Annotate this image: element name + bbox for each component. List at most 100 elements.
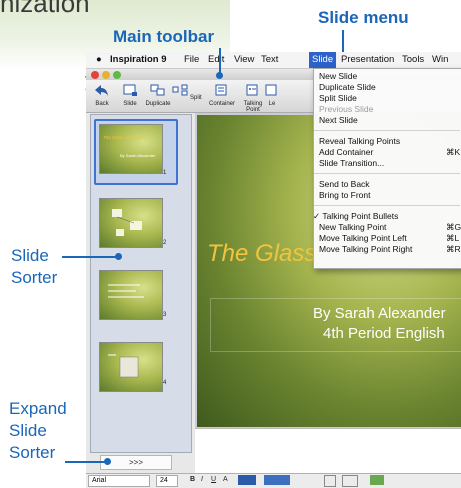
slide-thumbnail[interactable] — [99, 198, 163, 248]
font-size-value: 24 — [160, 477, 168, 484]
thumb-number: 4 — [163, 380, 167, 386]
talking-point-icon — [246, 84, 258, 96]
zoom-window-icon[interactable] — [113, 71, 121, 79]
toolbar-partial-label: Le — [268, 101, 276, 107]
thumb-diagram-icon — [112, 209, 142, 236]
bold-button[interactable]: B — [190, 476, 195, 483]
align-left-icon[interactable] — [238, 475, 256, 485]
underline-button[interactable]: U — [211, 476, 216, 483]
split-icon — [172, 84, 188, 96]
thumb-number: 1 — [163, 170, 167, 176]
menu-item-talking-point-bullets[interactable]: ✓ Talking Point Bullets — [313, 211, 398, 222]
thumb-number: 2 — [163, 240, 167, 246]
callout-expand-line1: Expand — [9, 399, 67, 418]
duplicate-button[interactable]: Duplicate — [143, 82, 173, 107]
duplicate-button-label: Duplicate — [145, 101, 171, 107]
slide-button-label: Slide — [123, 101, 137, 107]
menu-item-bring-to-front[interactable]: Bring to Front — [319, 190, 371, 200]
callout-main-toolbar: Main toolbar — [113, 27, 215, 46]
thumb-text-lines-icon — [108, 284, 144, 298]
leader-sorter — [62, 256, 117, 258]
menu-item-send-to-back[interactable]: Send to Back — [319, 179, 370, 189]
container-button-label: Container — [208, 101, 235, 107]
slide-thumbnail[interactable] — [99, 342, 163, 392]
minimize-window-icon[interactable] — [102, 71, 110, 79]
leader-toolbar — [219, 48, 221, 74]
thumb-image-icon — [108, 354, 139, 378]
thumb-subtitle: By Sarah Alexander — [120, 153, 156, 158]
menu-separator — [314, 130, 460, 131]
back-button[interactable]: Back — [87, 82, 117, 107]
leader-dot-toolbar — [216, 72, 223, 79]
menu-slide[interactable]: Slide — [309, 52, 337, 68]
toolbar-button-partial[interactable]: Le — [262, 82, 282, 107]
menu-item-previous-slide: Previous Slide — [319, 104, 374, 114]
thumb-number: 3 — [163, 312, 167, 318]
menu-bar: ● Inspiration 9 File Edit View Text Slid… — [86, 52, 461, 69]
menu-edit[interactable]: Edit — [208, 54, 224, 65]
leader-dot-sorter — [115, 253, 122, 260]
menu-item-slide-transition[interactable]: Slide Transition... — [319, 158, 384, 168]
callout-slide-menu: Slide menu — [318, 8, 409, 27]
shortcut-new-talking-point: ⌘G — [446, 222, 461, 232]
slide-thumbnail[interactable] — [99, 270, 163, 320]
shortcut-move-right: ⌘R — [446, 244, 461, 254]
talking-point-button-label: Talking Point — [243, 101, 263, 113]
menu-text[interactable]: Text — [261, 54, 278, 65]
menu-separator — [314, 205, 460, 206]
menu-item-next-slide[interactable]: Next Slide — [319, 115, 358, 125]
image-icon[interactable] — [342, 475, 358, 487]
leader-dot-expand — [104, 458, 111, 465]
paperclip-icon[interactable] — [324, 475, 336, 487]
menu-window[interactable]: Win — [432, 54, 448, 65]
menu-item-move-talking-point-right[interactable]: Move Talking Point Right — [319, 244, 412, 254]
slide-icon — [123, 84, 137, 96]
font-select[interactable]: Arial — [88, 475, 150, 487]
callout-slide-sorter-line2: Sorter — [11, 268, 58, 287]
menu-item-new-slide[interactable]: New Slide — [319, 71, 357, 81]
shortcut-add-container: ⌘K — [446, 147, 461, 157]
menu-item-split-slide[interactable]: Split Slide — [319, 93, 357, 103]
callout-expand-line3: Sorter — [9, 443, 56, 462]
notes-area[interactable] — [195, 428, 461, 474]
split-button-label: Split — [190, 95, 202, 101]
format-bar: Arial 24 B I U A — [86, 473, 461, 488]
thumb-title: The Glass Menagerie — [103, 135, 147, 140]
leader-expand — [65, 461, 107, 463]
slide-subtitle-line2[interactable]: 4th Period English — [323, 325, 445, 342]
apple-menu-icon[interactable]: ● — [96, 54, 102, 65]
duplicate-icon — [150, 84, 165, 96]
menu-item-reveal-talking-points[interactable]: Reveal Talking Points — [319, 136, 400, 146]
back-button-label: Back — [95, 101, 109, 107]
container-button[interactable]: Container — [207, 82, 237, 107]
slide-thumbnail[interactable]: The Glass Menagerie By Sarah Alexander — [99, 124, 163, 174]
menu-view[interactable]: View — [234, 54, 254, 65]
menu-separator — [314, 173, 460, 174]
menu-file[interactable]: File — [184, 54, 199, 65]
new-slide-button[interactable]: Slide — [115, 82, 145, 107]
menu-item-new-talking-point[interactable]: New Talking Point — [319, 222, 386, 232]
section-heading: nization — [0, 0, 90, 18]
menu-tools[interactable]: Tools — [402, 54, 424, 65]
split-button[interactable]: Split — [172, 82, 202, 101]
menu-item-add-container[interactable]: Add Container — [319, 147, 373, 157]
back-arrow-icon — [95, 85, 108, 96]
slide-subtitle-line1[interactable]: By Sarah Alexander — [313, 305, 446, 322]
shortcut-move-left: ⌘L — [446, 233, 460, 243]
layout-icon — [265, 84, 277, 96]
callout-expand-line2: Slide — [9, 421, 47, 440]
zoom-slider-icon[interactable] — [370, 475, 384, 485]
callout-slide-sorter-line1: Slide — [11, 246, 49, 265]
menu-item-duplicate-slide[interactable]: Duplicate Slide — [319, 82, 376, 92]
italic-button[interactable]: I — [201, 476, 203, 483]
font-size-select[interactable]: 24 — [156, 475, 178, 487]
menu-presentation[interactable]: Presentation — [341, 54, 394, 65]
close-window-icon[interactable] — [91, 71, 99, 79]
menu-item-move-talking-point-left[interactable]: Move Talking Point Left — [319, 233, 407, 243]
leader-menu — [342, 30, 344, 52]
font-select-value: Arial — [92, 477, 107, 484]
bullet-style-icon[interactable] — [264, 475, 290, 485]
text-color-button[interactable]: A — [223, 476, 228, 483]
container-icon — [215, 84, 227, 96]
menu-app-name[interactable]: Inspiration 9 — [110, 54, 166, 65]
